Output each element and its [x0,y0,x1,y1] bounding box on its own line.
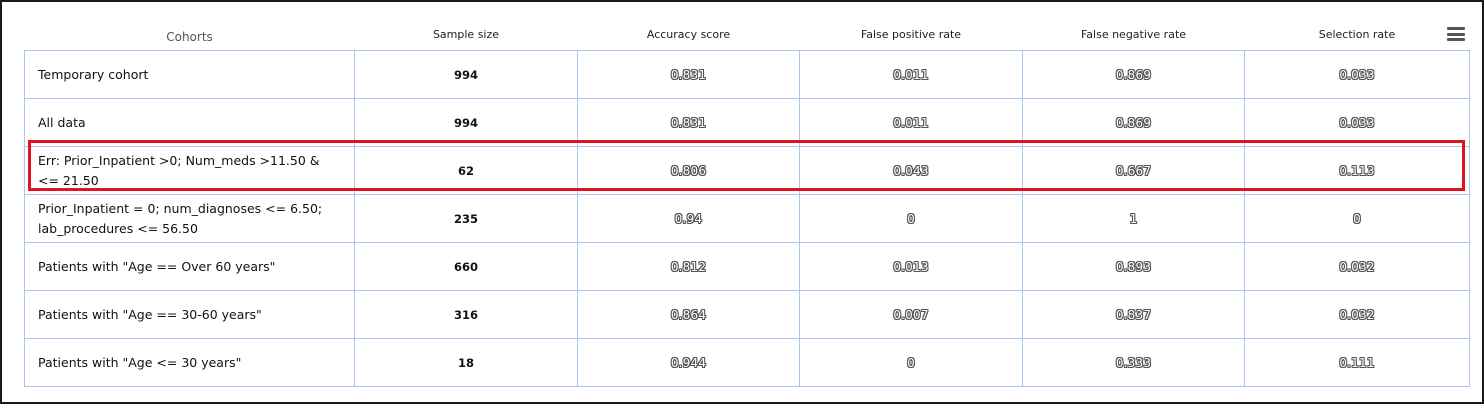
fpr-value: 0 [907,212,915,226]
accuracy-value: 0.864 [670,308,707,322]
table-row[interactable]: Patients with "Age == Over 60 years" 660… [24,242,1470,291]
sample-size-cell: 994 [354,50,578,99]
selection-cell: 0.032 [1244,290,1470,339]
accuracy-value: 0.94 [674,212,703,226]
cohort-name: Patients with "Age <= 30 years" [24,338,355,387]
sample-size-cell: 660 [354,242,578,291]
accuracy-cell: 0.806 [577,146,800,195]
fnr-cell: 1 [1022,194,1245,243]
sample-size-cell: 18 [354,338,578,387]
selection-value: 0.032 [1339,308,1375,322]
fnr-value: 0.869 [1115,68,1152,82]
cohort-table: Cohorts Sample size Accuracy score False… [24,19,1470,387]
fnr-cell: 0.893 [1022,242,1245,291]
accuracy-value: 0.831 [670,68,707,82]
menu-bar [1447,38,1465,41]
sample-size-cell: 316 [354,290,578,339]
menu-bar [1447,32,1465,36]
sample-size-cell: 235 [354,194,578,243]
fnr-value: 0.893 [1115,260,1152,274]
fnr-cell: 0.869 [1022,98,1245,147]
selection-value: 0 [1353,212,1361,226]
selection-value: 0.113 [1339,164,1375,178]
selection-cell: 0.033 [1244,50,1470,99]
fpr-cell: 0.011 [799,98,1023,147]
accuracy-cell: 0.812 [577,242,800,291]
table-row[interactable]: Err: Prior_Inpatient >0; Num_meds >11.50… [24,146,1470,195]
table-row[interactable]: Patients with "Age == 30-60 years" 316 0… [24,290,1470,339]
header-false-positive-rate[interactable]: False positive rate [800,19,1023,51]
fnr-value: 0.869 [1115,116,1152,130]
selection-cell: 0.032 [1244,242,1470,291]
cohort-name: Patients with "Age == 30-60 years" [24,290,355,339]
selection-cell: 0 [1244,194,1470,243]
fpr-value: 0.013 [893,260,929,274]
fnr-cell: 0.869 [1022,50,1245,99]
sample-size-cell: 62 [354,146,578,195]
fnr-value: 1 [1129,212,1138,226]
header-sample-size[interactable]: Sample size [355,19,578,51]
table-row[interactable]: Temporary cohort 994 0.831 0.011 0.869 0… [24,50,1470,99]
table-row[interactable]: All data 994 0.831 0.011 0.869 0.033 [24,98,1470,147]
header-cohorts[interactable]: Cohorts [25,19,355,51]
fpr-value: 0.011 [893,68,929,82]
accuracy-value: 0.944 [670,356,707,370]
fpr-value: 0.043 [893,164,929,178]
header-row: Cohorts Sample size Accuracy score False… [25,19,1470,51]
cohort-name: All data [24,98,355,147]
cohort-metrics-panel: Cohorts Sample size Accuracy score False… [0,0,1484,404]
fpr-cell: 0.007 [799,290,1023,339]
accuracy-value: 0.831 [670,116,707,130]
cohort-name: Prior_Inpatient = 0; num_diagnoses <= 6.… [24,194,355,243]
cohort-metrics-grid: Cohorts Sample size Accuracy score False… [24,19,1470,392]
fnr-value: 0.333 [1115,356,1152,370]
header-false-negative-rate[interactable]: False negative rate [1023,19,1245,51]
table-row[interactable]: Prior_Inpatient = 0; num_diagnoses <= 6.… [24,194,1470,243]
cohort-name: Err: Prior_Inpatient >0; Num_meds >11.50… [24,146,355,195]
selection-value: 0.111 [1339,356,1375,370]
fpr-cell: 0.043 [799,146,1023,195]
fnr-value: 0.837 [1115,308,1152,322]
cohort-name: Temporary cohort [24,50,355,99]
fpr-cell: 0.011 [799,50,1023,99]
fnr-cell: 0.333 [1022,338,1245,387]
table-row[interactable]: Patients with "Age <= 30 years" 18 0.944… [24,338,1470,387]
header-selection-rate[interactable]: Selection rate [1245,19,1470,51]
fpr-value: 0 [907,356,915,370]
accuracy-cell: 0.94 [577,194,800,243]
selection-cell: 0.113 [1244,146,1470,195]
fnr-cell: 0.667 [1022,146,1245,195]
fpr-cell: 0.013 [799,242,1023,291]
selection-value: 0.032 [1339,260,1375,274]
accuracy-value: 0.806 [670,164,707,178]
accuracy-cell: 0.831 [577,50,800,99]
fpr-cell: 0 [799,338,1023,387]
accuracy-cell: 0.944 [577,338,800,387]
hamburger-menu-icon[interactable] [1447,27,1465,41]
menu-bar [1447,27,1465,30]
accuracy-cell: 0.831 [577,98,800,147]
cohort-name: Patients with "Age == Over 60 years" [24,242,355,291]
selection-value: 0.033 [1339,68,1375,82]
fpr-value: 0.011 [893,116,929,130]
fnr-cell: 0.837 [1022,290,1245,339]
accuracy-value: 0.812 [670,260,707,274]
fpr-value: 0.007 [893,308,929,322]
selection-cell: 0.111 [1244,338,1470,387]
header-accuracy-score[interactable]: Accuracy score [578,19,800,51]
accuracy-cell: 0.864 [577,290,800,339]
fnr-value: 0.667 [1115,164,1152,178]
selection-cell: 0.033 [1244,98,1470,147]
sample-size-cell: 994 [354,98,578,147]
selection-value: 0.033 [1339,116,1375,130]
fpr-cell: 0 [799,194,1023,243]
